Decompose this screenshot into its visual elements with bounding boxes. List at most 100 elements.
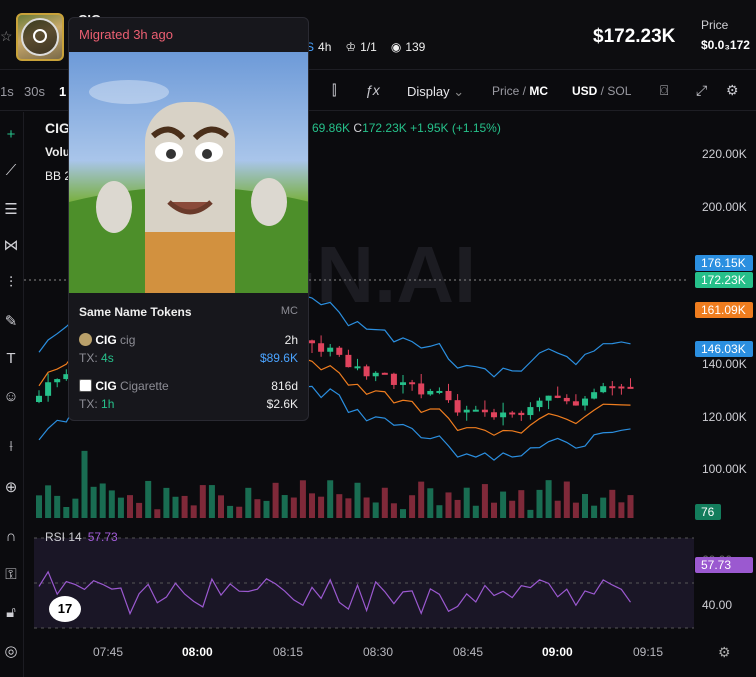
volume-bar xyxy=(627,495,634,518)
text-tool-icon[interactable]: T xyxy=(0,350,22,367)
timeframe-1m[interactable]: 1 xyxy=(59,84,66,99)
volume-bar xyxy=(117,497,124,518)
candle xyxy=(436,390,443,393)
candle xyxy=(309,340,315,344)
brush-icon[interactable]: ✎ xyxy=(0,312,22,330)
crown-icon: ♔ xyxy=(345,40,357,54)
candle xyxy=(481,409,488,413)
candle xyxy=(536,400,543,408)
token-thumb-icon xyxy=(79,379,92,392)
volume-bar xyxy=(127,495,133,518)
volume-bar xyxy=(81,450,88,518)
candle xyxy=(454,400,461,413)
candle xyxy=(445,390,452,401)
candle xyxy=(527,407,534,416)
x-tick-0815: 08:15 xyxy=(273,645,304,659)
volume-bar xyxy=(427,488,434,518)
candle xyxy=(618,386,625,389)
price-mc-toggle[interactable]: Price / MC xyxy=(492,84,548,98)
rsi-tag: 57.73 xyxy=(695,557,753,573)
same-name-tokens-heading: Same Name Tokens xyxy=(79,305,192,319)
search-image-icon[interactable] xyxy=(21,18,59,56)
volume-bar xyxy=(72,498,79,518)
volume-bar xyxy=(563,481,570,518)
price-value: $0.0₃172 xyxy=(701,38,750,52)
volume-bar xyxy=(99,483,106,518)
timeframe-30s[interactable]: 30s xyxy=(24,84,45,99)
volume-bar xyxy=(227,505,234,518)
currency-toggle[interactable]: USD / SOL xyxy=(572,84,631,98)
emoji-icon[interactable]: ☺ xyxy=(0,388,22,405)
volume-bar xyxy=(327,480,334,518)
fullscreen-icon[interactable]: ⤢ xyxy=(696,82,707,99)
tradingview-logo[interactable]: 17 xyxy=(49,596,81,622)
candle xyxy=(427,390,434,395)
candle xyxy=(563,397,570,402)
candle xyxy=(327,347,334,352)
ruler-icon[interactable]: ⟊ xyxy=(0,438,22,455)
token-stats: S 4h ♔ 1/1 ◉ 139 xyxy=(306,40,425,54)
volume-bar xyxy=(208,485,215,518)
favorite-star-icon[interactable]: ☆ xyxy=(0,28,13,45)
indicators-icon[interactable]: ƒx xyxy=(365,82,380,98)
fib-icon[interactable]: ☰ xyxy=(0,200,22,218)
magnet-icon[interactable]: ∩ xyxy=(0,528,22,545)
volume-bar xyxy=(591,505,598,518)
timeframe-1s[interactable]: 1s xyxy=(0,84,14,99)
axis-settings-icon[interactable]: ⚙ xyxy=(718,644,731,661)
volume-bar xyxy=(618,502,625,518)
x-tick-0830: 08:30 xyxy=(363,645,394,659)
settings-gear-icon[interactable]: ⚙ xyxy=(726,82,739,99)
volume-bar xyxy=(54,495,61,518)
trend-line-icon[interactable]: ⟋ xyxy=(0,162,22,179)
same-name-token-row[interactable]: CIG Cigarette 816d TX: 1h $2.6K xyxy=(79,379,298,411)
candle-type-icon[interactable]: ⫿ xyxy=(332,82,336,99)
lock-drawing-icon[interactable]: ⚿ xyxy=(0,566,22,583)
same-name-token-row[interactable]: CIG cig 2h TX: 4s $89.6K xyxy=(79,333,298,365)
volume-bar xyxy=(245,487,252,518)
holders-stat: ♔ 1/1 xyxy=(345,40,377,54)
candle xyxy=(54,379,61,383)
cigarette-character-illustration xyxy=(69,80,308,293)
volume-bar xyxy=(336,494,343,518)
projection-icon[interactable]: ⫶ xyxy=(0,274,22,291)
display-dropdown[interactable]: Display ⌄ xyxy=(407,84,464,100)
y-tick-100k: 100.00K xyxy=(702,462,747,476)
bb-upper-tag: 176.15K xyxy=(695,255,753,271)
candle xyxy=(518,412,525,416)
volume-bar xyxy=(36,495,42,518)
candle xyxy=(500,412,507,418)
volume-bar xyxy=(436,505,443,518)
volume-bar xyxy=(518,490,525,518)
camera-icon[interactable]: ⌼ xyxy=(660,82,668,99)
rsi-legend: RSI 14 57.73 xyxy=(45,530,118,544)
volume-tag: 76 xyxy=(695,504,721,520)
candle xyxy=(390,373,397,385)
token-avatar[interactable] xyxy=(16,13,64,61)
volume-bar xyxy=(309,493,315,518)
last-price-tag: 172.23K xyxy=(695,272,753,288)
volume-bar xyxy=(181,495,188,518)
candle xyxy=(491,412,497,418)
eye-icon: ◉ xyxy=(390,40,402,54)
volume-bar xyxy=(345,498,352,518)
volume-bar xyxy=(409,495,416,518)
candle xyxy=(363,366,370,377)
volume-bar xyxy=(218,495,224,518)
candle xyxy=(336,347,343,355)
candle xyxy=(627,386,634,389)
volume-legend: Volu xyxy=(45,145,71,159)
eye-toggle-icon[interactable]: ◎ xyxy=(0,642,22,660)
candle xyxy=(354,366,361,369)
crosshair-icon[interactable]: + xyxy=(0,126,22,143)
pattern-icon[interactable]: ⋈ xyxy=(0,236,22,254)
drawing-toolbar: + ⟋ ☰ ⋈ ⫶ ✎ T ☺ ⟊ ⊕ ∩ ⚿ 🔓︎ ◎ xyxy=(0,112,24,677)
volume-bar xyxy=(445,492,452,518)
zoom-in-icon[interactable]: ⊕ xyxy=(0,478,22,496)
volume-bar xyxy=(372,502,379,518)
lock-icon[interactable]: 🔓︎ xyxy=(0,604,22,621)
candle xyxy=(572,401,579,406)
candle xyxy=(509,412,516,415)
volume-bar xyxy=(354,482,361,518)
y-tick-140k: 140.00K xyxy=(702,357,747,371)
